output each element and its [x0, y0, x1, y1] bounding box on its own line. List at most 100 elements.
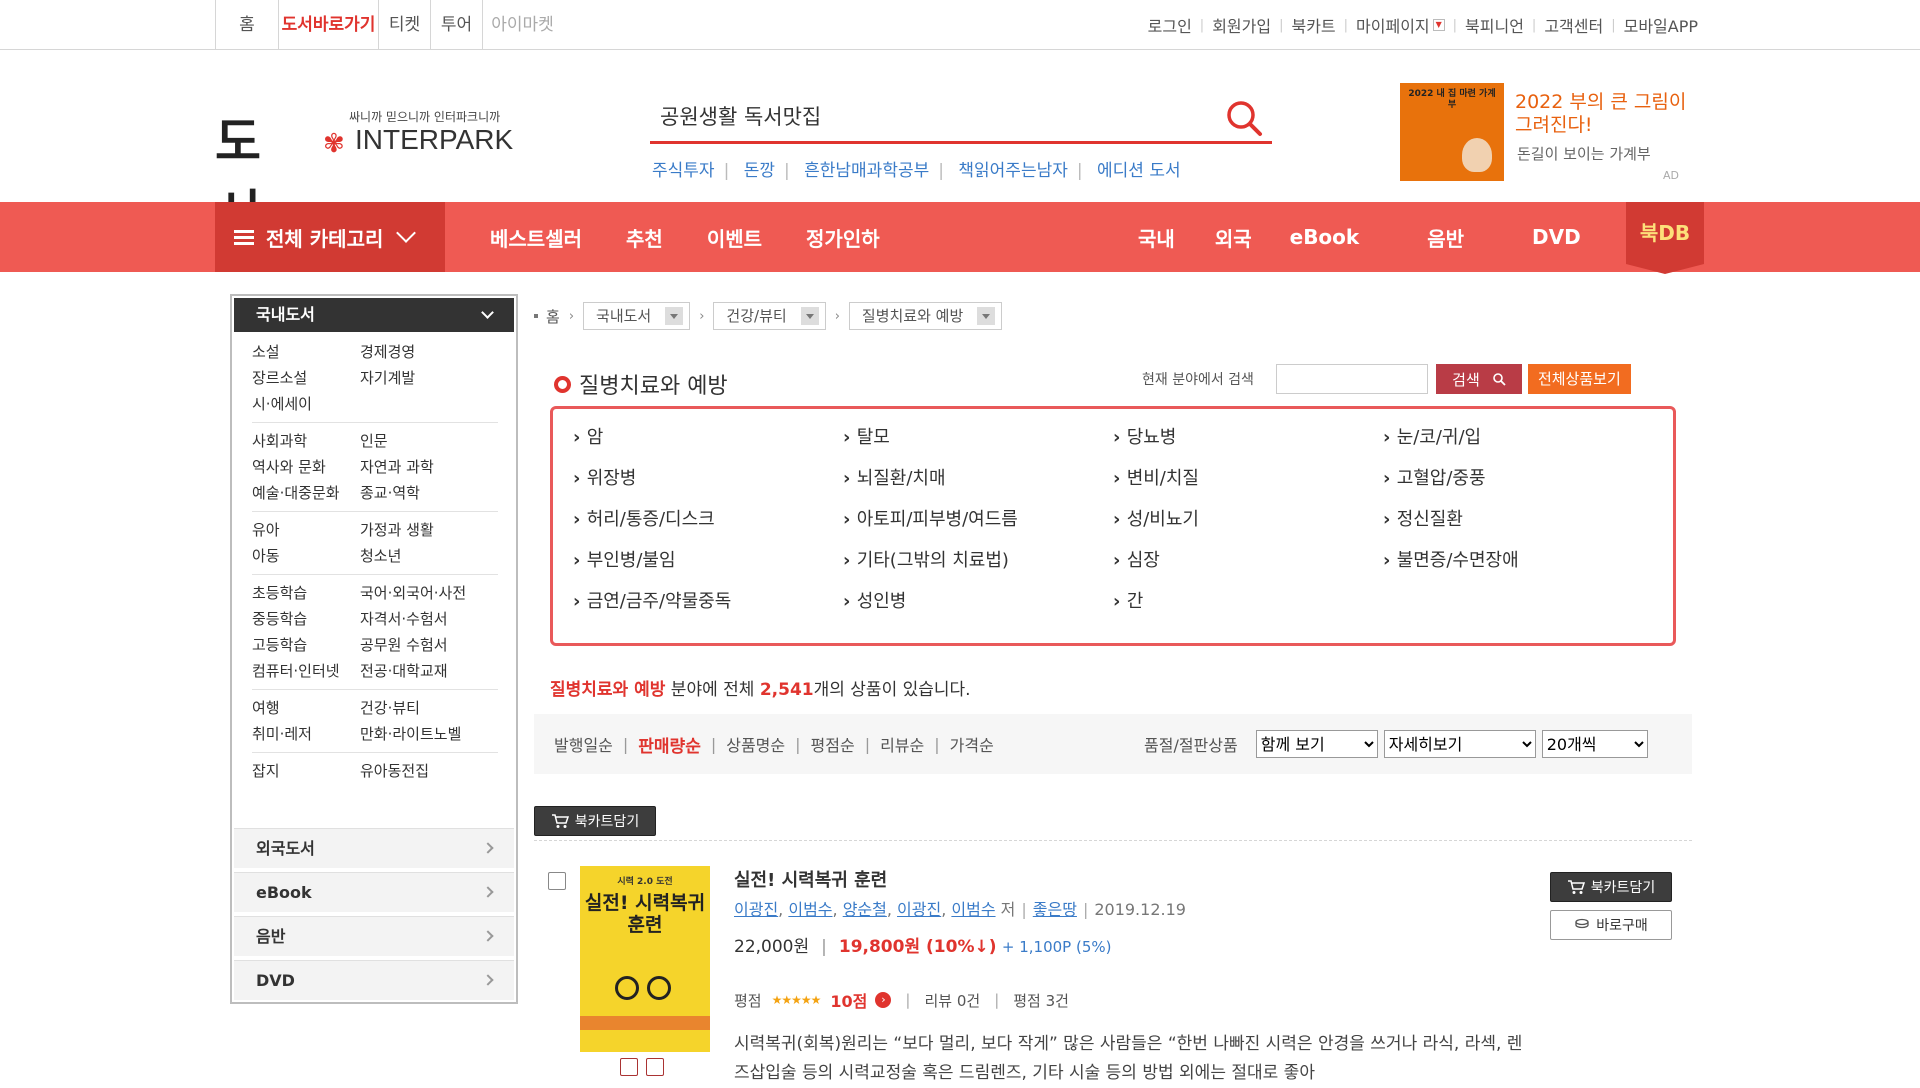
- all-category-button[interactable]: 전체 카테고리: [215, 202, 445, 272]
- subcategory-link[interactable]: 심장: [1113, 546, 1383, 587]
- author-link[interactable]: 이범수: [788, 900, 832, 919]
- breadcrumb-home[interactable]: 홈: [546, 306, 560, 327]
- sidebar-item[interactable]: 시·에세이: [252, 391, 360, 417]
- subcategory-link[interactable]: 당뇨병: [1113, 423, 1383, 464]
- search-icon[interactable]: [1224, 98, 1264, 138]
- sidebar-item[interactable]: 유아동전집: [360, 758, 498, 784]
- sidebar-item[interactable]: 자연과 과학: [360, 454, 498, 480]
- sidebar-item[interactable]: 청소년: [360, 543, 498, 569]
- subcategory-link[interactable]: 위장병: [573, 464, 843, 505]
- author-link[interactable]: 이광진: [897, 900, 941, 919]
- ad-image[interactable]: 2022 내 집 마련 가계부: [1400, 83, 1504, 181]
- sidebar-item[interactable]: 아동: [252, 543, 360, 569]
- book-cover[interactable]: 시력 2.0 도전 실전! 시력복귀 훈련: [580, 866, 710, 1052]
- util-join[interactable]: 회원가입: [1212, 13, 1271, 37]
- subcategory-link[interactable]: 변비/치질: [1113, 464, 1383, 505]
- product-title[interactable]: 실전! 시력복귀 훈련: [734, 866, 887, 892]
- subcategory-link[interactable]: 성/비뇨기: [1113, 505, 1383, 546]
- view-mode-select[interactable]: 자세히보기: [1383, 730, 1536, 758]
- sidebar-item[interactable]: 역사와 문화: [252, 454, 360, 480]
- sidebar-section-ebook[interactable]: eBook: [234, 872, 514, 912]
- soldout-select[interactable]: 함께 보기: [1255, 730, 1378, 758]
- nav-price-cut[interactable]: 정가인하: [806, 223, 880, 252]
- sidebar-item[interactable]: 만화·라이트노벨: [360, 721, 498, 747]
- subcategory-link[interactable]: 성인병: [843, 587, 1113, 628]
- sidebar-item[interactable]: 유아: [252, 517, 360, 543]
- service-tab-books[interactable]: 도서바로가기: [278, 0, 378, 50]
- sidebar-item[interactable]: 건강·뷰티: [360, 695, 498, 721]
- sort-price[interactable]: 가격순: [950, 732, 994, 756]
- arrow-right-icon[interactable]: ›: [875, 992, 892, 1008]
- keyword-link[interactable]: 주식투자: [652, 161, 715, 181]
- sidebar-item[interactable]: 컴퓨터·인터넷: [252, 658, 360, 684]
- sort-sales[interactable]: 판매량순: [638, 732, 701, 757]
- sidebar-item[interactable]: 가정과 생활: [360, 517, 498, 543]
- keyword-link[interactable]: 책읽어주는남자: [958, 161, 1067, 181]
- chevron-down-icon[interactable]: ▼: [1432, 19, 1445, 31]
- sidebar-item[interactable]: 중등학습: [252, 606, 360, 632]
- sort-name[interactable]: 상품명순: [726, 732, 785, 756]
- nav-foreign[interactable]: 외국: [1215, 223, 1252, 252]
- sidebar-item[interactable]: 자격서·수험서: [360, 606, 498, 632]
- nav-bestseller[interactable]: 베스트셀러: [490, 223, 582, 252]
- bookcart-add-button[interactable]: 북카트담기: [534, 806, 656, 836]
- sidebar-item[interactable]: 국어·외국어·사전: [360, 580, 498, 606]
- view-all-products-button[interactable]: 전체상품보기: [1527, 364, 1631, 394]
- breadcrumb-select-1[interactable]: 국내도서: [583, 302, 691, 330]
- sort-pubdate[interactable]: 발행일순: [554, 732, 613, 756]
- sidebar-item[interactable]: 공무원 수험서: [360, 632, 498, 658]
- sidebar-item[interactable]: 자기계발: [360, 365, 498, 391]
- util-bookcart[interactable]: 북카트: [1291, 13, 1335, 37]
- service-tab-ticket[interactable]: 티켓: [378, 0, 430, 50]
- subcategory-link[interactable]: 간: [1113, 587, 1383, 628]
- search-input[interactable]: [658, 98, 1198, 134]
- service-tab-home[interactable]: 홈: [215, 0, 278, 50]
- author-link[interactable]: 이범수: [951, 900, 995, 919]
- sidebar-section-album[interactable]: 음반: [234, 916, 514, 956]
- keyword-link[interactable]: 흔한남매과학공부: [804, 161, 929, 181]
- sidebar-section-foreign[interactable]: 외국도서: [234, 828, 514, 868]
- field-search-input[interactable]: [1275, 364, 1428, 394]
- review-count[interactable]: 리뷰 0건: [924, 990, 980, 1011]
- util-login[interactable]: 로그인: [1148, 13, 1192, 37]
- header-ad[interactable]: 2022 내 집 마련 가계부 2022 부의 큰 그림이 그려진다! 돈길이 …: [1400, 83, 1700, 193]
- sidebar-section-dvd[interactable]: DVD: [234, 960, 514, 1000]
- service-tab-imarket[interactable]: 아이마켓: [482, 0, 562, 50]
- subcategory-link[interactable]: 부인병/불임: [573, 546, 843, 587]
- subcategory-link[interactable]: 눈/코/귀/입: [1383, 423, 1653, 464]
- breadcrumb-select-3[interactable]: 질병치료와 예방: [848, 302, 1003, 330]
- publisher-link[interactable]: 좋은땅: [1033, 900, 1077, 919]
- nav-album[interactable]: 음반: [1427, 223, 1464, 252]
- sidebar-item[interactable]: 여행: [252, 695, 360, 721]
- sidebar-item[interactable]: 잡지: [252, 758, 360, 784]
- sidebar-item[interactable]: 사회과학: [252, 428, 360, 454]
- sidebar-item[interactable]: 장르소설: [252, 365, 360, 391]
- sidebar-item[interactable]: 초등학습: [252, 580, 360, 606]
- nav-recommend[interactable]: 추천: [626, 223, 663, 252]
- subcategory-link[interactable]: 불면증/수면장애: [1383, 546, 1653, 587]
- author-link[interactable]: 이광진: [734, 900, 778, 919]
- sort-rating[interactable]: 평점순: [811, 732, 855, 756]
- sidebar-item[interactable]: 취미·레저: [252, 721, 360, 747]
- copy-icon[interactable]: [646, 1058, 664, 1076]
- util-customer-center[interactable]: 고객센터: [1544, 13, 1603, 37]
- subcategory-link[interactable]: 탈모: [843, 423, 1113, 464]
- subcategory-link[interactable]: 정신질환: [1383, 505, 1653, 546]
- util-mobile-app[interactable]: 모바일APP: [1624, 13, 1698, 37]
- sidebar-item[interactable]: 인문: [360, 428, 498, 454]
- service-tab-tour[interactable]: 투어: [430, 0, 482, 50]
- sidebar-item[interactable]: 종교·역학: [360, 480, 498, 506]
- subcategory-link[interactable]: 고혈압/중풍: [1383, 464, 1653, 505]
- subcategory-link[interactable]: 기타(그밖의 치료법): [843, 546, 1113, 587]
- sidebar-item[interactable]: 전공·대학교재: [360, 658, 498, 684]
- ad-headline[interactable]: 2022 부의 큰 그림이 그려진다!: [1515, 91, 1695, 137]
- subcategory-link[interactable]: 아토피/피부병/여드름: [843, 505, 1113, 546]
- sort-review[interactable]: 리뷰순: [880, 732, 924, 756]
- author-link[interactable]: 양순철: [843, 900, 887, 919]
- nav-domestic[interactable]: 국내: [1138, 223, 1175, 252]
- buy-now-button[interactable]: 바로구매: [1550, 910, 1672, 940]
- keyword-link[interactable]: 돈깡: [744, 161, 775, 181]
- rating-count[interactable]: 평점 3건: [1013, 990, 1069, 1011]
- subcategory-link[interactable]: 암: [573, 423, 843, 464]
- sidebar-item[interactable]: 고등학습: [252, 632, 360, 658]
